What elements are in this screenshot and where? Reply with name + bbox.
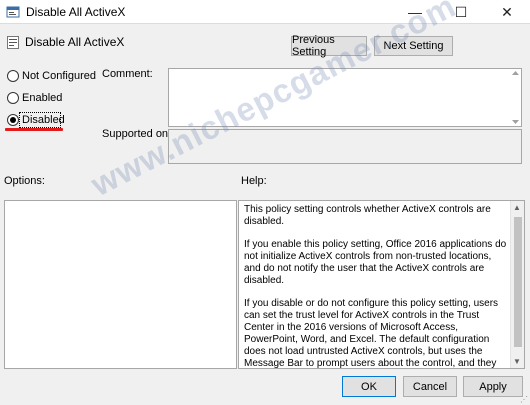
supported-on-label: Supported on: [102, 128, 172, 140]
help-paragraph: This policy setting controls whether Act… [244, 204, 491, 227]
close-icon: ✕ [501, 3, 513, 20]
scroll-up-icon[interactable]: ▲ [513, 203, 521, 212]
apply-button[interactable]: Apply [463, 376, 523, 397]
options-panel [4, 200, 237, 369]
maximize-button[interactable]: ☐ [438, 0, 484, 24]
radio-button[interactable] [7, 92, 19, 104]
radio-button-selected[interactable] [7, 114, 19, 126]
radio-button[interactable] [7, 70, 19, 82]
supported-on-field [168, 129, 522, 164]
help-panel[interactable]: This policy setting controls whether Act… [238, 200, 525, 369]
help-scrollbar[interactable]: ▲ ▼ [510, 201, 524, 368]
title-bar[interactable]: Disable All ActiveX — ☐ ✕ [0, 0, 530, 24]
options-label: Options: [4, 175, 45, 187]
radio-enabled[interactable]: Enabled [7, 90, 62, 106]
previous-setting-button[interactable]: Previous Setting [291, 34, 367, 58]
close-button[interactable]: ✕ [484, 0, 530, 24]
next-setting-button[interactable]: Next Setting [374, 36, 453, 56]
help-label: Help: [241, 175, 267, 187]
policy-icon [7, 36, 19, 49]
ok-button[interactable]: OK [342, 376, 396, 397]
scroll-down-icon[interactable]: ▼ [513, 357, 521, 366]
policy-window-icon [6, 5, 20, 19]
comment-label: Comment: [102, 68, 153, 80]
help-text: This policy setting controls whether Act… [244, 204, 508, 369]
resize-grip-icon[interactable]: ⋰ [520, 395, 530, 405]
minimize-icon: — [408, 4, 422, 20]
comment-textarea[interactable] [168, 68, 522, 127]
help-paragraph: If you enable this policy setting, Offic… [244, 239, 507, 286]
highlight-underline [5, 128, 63, 131]
cancel-button[interactable]: Cancel [403, 376, 457, 397]
radio-label: Enabled [22, 92, 63, 104]
comment-scrollbar[interactable] [510, 69, 521, 126]
minimize-button[interactable]: — [392, 0, 438, 24]
focus-rectangle [19, 112, 61, 128]
radio-label: Not Configured [22, 70, 96, 82]
radio-selected-dot [10, 117, 16, 123]
policy-name: Disable All ActiveX [25, 35, 125, 49]
maximize-icon: ☐ [454, 3, 468, 20]
radio-not-configured[interactable]: Not Configured [7, 68, 96, 84]
help-paragraph: If you disable or do not configure this … [244, 298, 499, 369]
window-title: Disable All ActiveX [26, 5, 126, 19]
scrollbar-thumb[interactable] [514, 217, 522, 347]
